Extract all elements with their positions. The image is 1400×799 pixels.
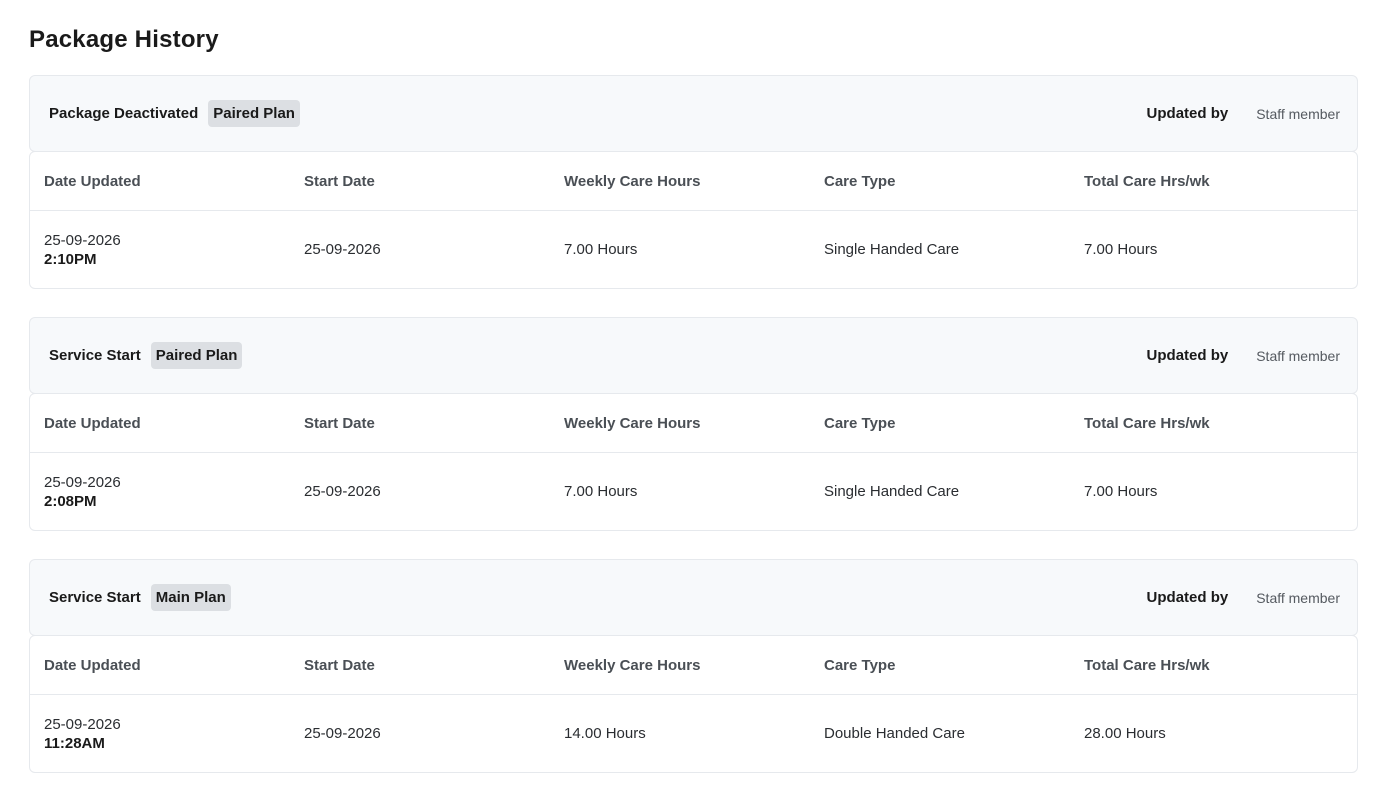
time-updated: 2:10PM: [44, 250, 97, 268]
start-date-cell: 25-09-2026: [304, 725, 381, 742]
history-entry: Service Start Paired Plan Updated by Sta…: [29, 317, 1358, 531]
table-row: 25-09-2026 2:10PM 25-09-2026 7.00 Hours …: [30, 211, 1357, 288]
table-header-row: Date Updated Start Date Weekly Care Hour…: [30, 394, 1357, 453]
column-header-total-care-hrs: Total Care Hrs/wk: [1084, 414, 1210, 432]
column-header-date-updated: Date Updated: [44, 414, 141, 432]
date-updated: 25-09-2026: [44, 715, 121, 733]
column-header-total-care-hrs: Total Care Hrs/wk: [1084, 172, 1210, 190]
plan-badge: Main Plan: [150, 584, 231, 611]
plan-badge: Paired Plan: [208, 100, 300, 127]
column-header-weekly-care-hours: Weekly Care Hours: [564, 656, 701, 674]
updated-by-label: Updated by: [1146, 105, 1229, 122]
event-title: Service Start: [49, 347, 141, 364]
history-entry: Service Start Main Plan Updated by Staff…: [29, 559, 1358, 773]
start-date-cell: 25-09-2026: [304, 241, 381, 258]
updated-by-label: Updated by: [1146, 347, 1229, 364]
entry-header: Service Start Main Plan Updated by Staff…: [29, 559, 1358, 636]
start-date-cell: 25-09-2026: [304, 483, 381, 500]
weekly-care-hours-cell: 7.00 Hours: [564, 241, 638, 258]
table-header-row: Date Updated Start Date Weekly Care Hour…: [30, 636, 1357, 695]
history-table: Date Updated Start Date Weekly Care Hour…: [29, 151, 1358, 289]
total-care-hrs-cell: 7.00 Hours: [1084, 241, 1158, 258]
column-header-care-type: Care Type: [824, 656, 896, 674]
column-header-date-updated: Date Updated: [44, 656, 141, 674]
package-history-page: Package History Package Deactivated Pair…: [0, 0, 1400, 799]
total-care-hrs-cell: 28.00 Hours: [1084, 725, 1166, 742]
entry-header: Service Start Paired Plan Updated by Sta…: [29, 317, 1358, 394]
date-updated-cell: 25-09-2026 11:28AM: [44, 715, 304, 753]
column-header-care-type: Care Type: [824, 414, 896, 432]
event-title: Service Start: [49, 589, 141, 606]
history-table: Date Updated Start Date Weekly Care Hour…: [29, 393, 1358, 531]
column-header-weekly-care-hours: Weekly Care Hours: [564, 172, 701, 190]
table-row: 25-09-2026 2:08PM 25-09-2026 7.00 Hours …: [30, 453, 1357, 530]
history-table: Date Updated Start Date Weekly Care Hour…: [29, 635, 1358, 773]
date-updated-cell: 25-09-2026 2:08PM: [44, 473, 304, 511]
updated-by-label: Updated by: [1146, 589, 1229, 606]
page-title: Package History: [29, 26, 219, 53]
entry-header: Package Deactivated Paired Plan Updated …: [29, 75, 1358, 152]
column-header-start-date: Start Date: [304, 656, 375, 674]
date-updated: 25-09-2026: [44, 473, 121, 491]
weekly-care-hours-cell: 7.00 Hours: [564, 483, 638, 500]
date-updated: 25-09-2026: [44, 231, 121, 249]
date-updated-cell: 25-09-2026 2:10PM: [44, 231, 304, 269]
column-header-date-updated: Date Updated: [44, 172, 141, 190]
updated-by-value: Staff member: [1256, 105, 1340, 122]
table-row: 25-09-2026 11:28AM 25-09-2026 14.00 Hour…: [30, 695, 1357, 772]
event-title: Package Deactivated: [49, 105, 199, 122]
total-care-hrs-cell: 7.00 Hours: [1084, 483, 1158, 500]
history-entry: Package Deactivated Paired Plan Updated …: [29, 75, 1358, 289]
table-header-row: Date Updated Start Date Weekly Care Hour…: [30, 152, 1357, 211]
time-updated: 11:28AM: [44, 734, 105, 752]
updated-by-value: Staff member: [1256, 347, 1340, 364]
time-updated: 2:08PM: [44, 492, 97, 510]
column-header-total-care-hrs: Total Care Hrs/wk: [1084, 656, 1210, 674]
column-header-start-date: Start Date: [304, 172, 375, 190]
weekly-care-hours-cell: 14.00 Hours: [564, 725, 646, 742]
column-header-start-date: Start Date: [304, 414, 375, 432]
care-type-cell: Single Handed Care: [824, 483, 960, 500]
care-type-cell: Double Handed Care: [824, 725, 965, 742]
column-header-weekly-care-hours: Weekly Care Hours: [564, 414, 701, 432]
updated-by-value: Staff member: [1256, 589, 1340, 606]
care-type-cell: Single Handed Care: [824, 241, 960, 258]
column-header-care-type: Care Type: [824, 172, 896, 190]
plan-badge: Paired Plan: [150, 342, 243, 369]
